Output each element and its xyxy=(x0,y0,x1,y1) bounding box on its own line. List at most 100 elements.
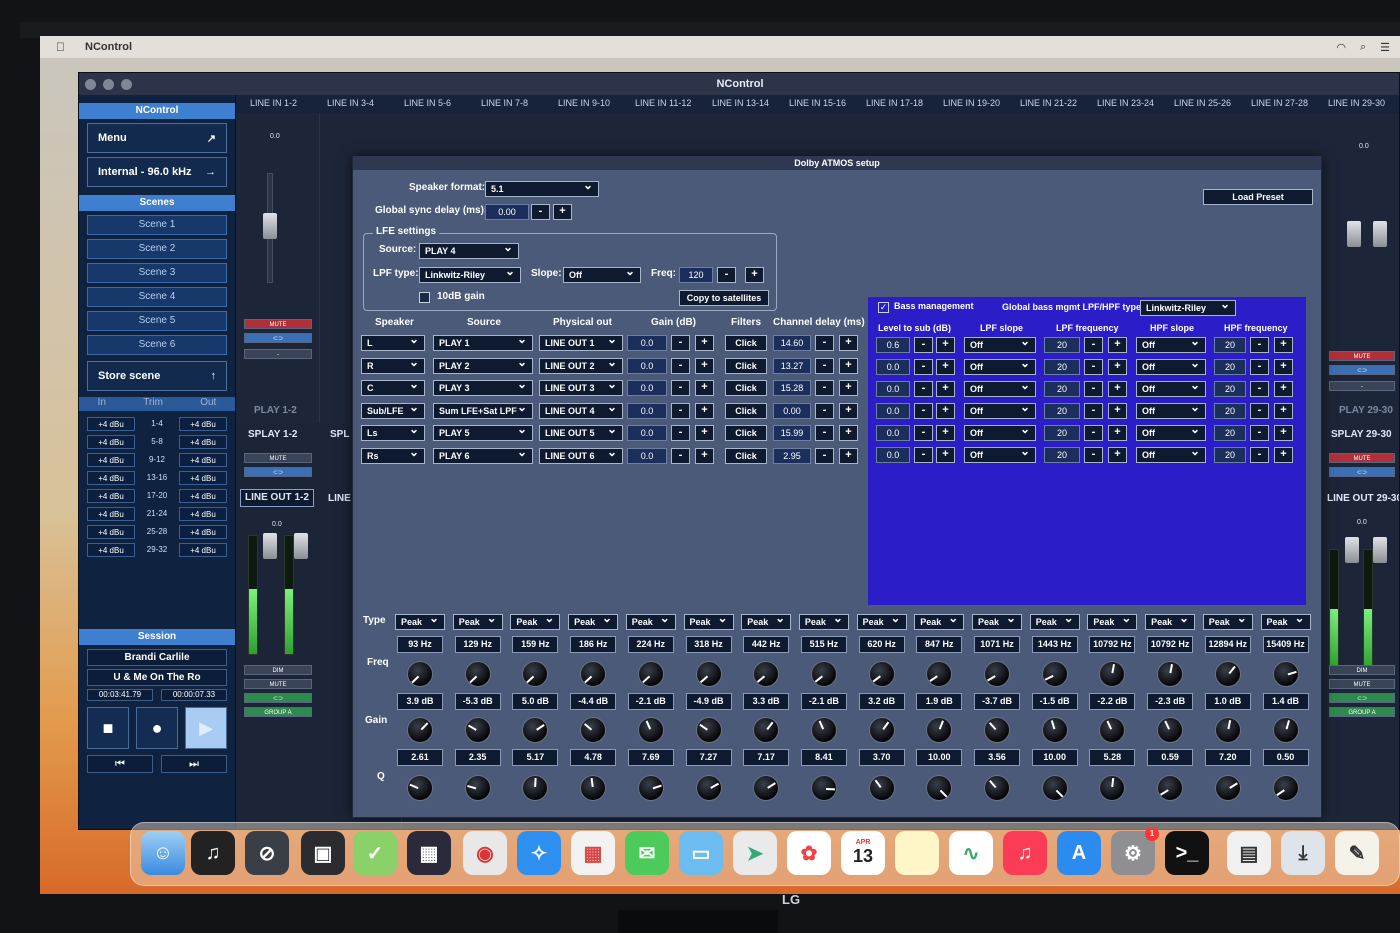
eq-q-value[interactable]: 3.56 xyxy=(974,749,1020,766)
physical-out-select[interactable]: LINE OUT 2 xyxy=(539,357,623,374)
eq-gain-knob[interactable] xyxy=(580,717,607,743)
gain-plus[interactable]: + xyxy=(695,380,714,396)
level-plus[interactable]: + xyxy=(936,403,955,419)
eq-frequency-value[interactable]: 93 Hz xyxy=(397,636,443,653)
output-level[interactable]: +4 dBu xyxy=(179,453,227,467)
lpf-minus[interactable]: - xyxy=(1084,337,1103,353)
output-level[interactable]: +4 dBu xyxy=(179,435,227,449)
eq-q-value[interactable]: 0.59 xyxy=(1147,749,1194,766)
link-button-right2[interactable]: ⊂⊃ xyxy=(1329,467,1395,477)
link-button-right3[interactable]: ⊂⊃ xyxy=(1329,693,1395,703)
delay-minus[interactable]: - xyxy=(815,425,834,441)
eq-frequency-knob[interactable] xyxy=(868,661,895,687)
ncontrol-app-icon[interactable]: ⊘ xyxy=(245,831,289,875)
gain-plus[interactable]: + xyxy=(695,402,714,419)
sync-delay-input[interactable]: 0.00 xyxy=(485,204,529,220)
eq-type-select[interactable]: Peak xyxy=(568,614,619,630)
checkmark-app-icon[interactable]: ✓ xyxy=(353,831,397,875)
eq-frequency-value[interactable]: 10792 Hz xyxy=(1089,636,1136,653)
input-level[interactable]: +4 dBu xyxy=(87,417,135,431)
level-minus[interactable]: - xyxy=(914,425,933,441)
eq-q-value[interactable]: 2.61 xyxy=(397,749,443,766)
load-preset-button[interactable]: Load Preset xyxy=(1203,189,1313,205)
eq-frequency-value[interactable]: 224 Hz xyxy=(627,636,674,653)
notes-icon[interactable] xyxy=(895,831,939,875)
eq-gain-knob[interactable] xyxy=(810,717,837,743)
eq-gain-knob[interactable] xyxy=(522,717,549,743)
eq-gain-knob[interactable] xyxy=(1099,717,1126,743)
lpf-frequency-input[interactable]: 20 xyxy=(1044,403,1080,419)
eq-type-select[interactable]: Peak xyxy=(1029,614,1080,630)
eq-gain-value[interactable]: -2.1 dB xyxy=(627,693,674,710)
lfe-freq-plus[interactable]: + xyxy=(745,267,764,283)
level-to-sub-input[interactable]: 0.0 xyxy=(876,447,910,463)
level-minus[interactable]: - xyxy=(914,447,933,463)
eq-q-knob[interactable] xyxy=(984,775,1010,801)
level-plus[interactable]: + xyxy=(936,337,955,353)
preview-icon[interactable]: ▤ xyxy=(1227,831,1271,875)
delay-minus[interactable]: - xyxy=(815,402,834,419)
output-level[interactable]: +4 dBu xyxy=(179,417,227,431)
delay-plus[interactable]: + xyxy=(839,335,858,351)
physical-out-select[interactable]: LINE OUT 4 xyxy=(539,402,623,419)
level-to-sub-input[interactable]: 0.6 xyxy=(876,337,910,353)
eq-q-value[interactable]: 7.17 xyxy=(743,749,790,766)
eq-gain-value[interactable]: -2.3 dB xyxy=(1147,693,1194,710)
eq-gain-value[interactable]: -2.1 dB xyxy=(800,693,847,710)
control-center-icon[interactable]: ☰ xyxy=(1380,41,1390,54)
level-plus[interactable]: + xyxy=(936,359,955,375)
tab-line-in[interactable]: LINE IN 13-14 xyxy=(712,98,769,108)
level-to-sub-input[interactable]: 0.0 xyxy=(876,381,910,397)
eq-q-knob[interactable] xyxy=(695,775,722,801)
tab-line-in[interactable]: LINE IN 17-18 xyxy=(866,98,923,108)
gain-input[interactable]: 0.0 xyxy=(627,380,667,396)
eq-type-select[interactable]: Peak xyxy=(914,614,965,630)
lpf-slope-select[interactable]: Off xyxy=(964,381,1036,397)
freeform-icon[interactable]: ∿ xyxy=(949,831,993,875)
eq-gain-knob[interactable] xyxy=(1157,717,1184,743)
eq-gain-knob[interactable] xyxy=(637,717,664,743)
eq-q-knob[interactable] xyxy=(522,775,549,801)
eq-q-knob[interactable] xyxy=(926,775,953,801)
source-select[interactable]: PLAY 5 xyxy=(433,425,533,441)
hpf-slope-select[interactable]: Off xyxy=(1136,381,1206,397)
hpf-frequency-input[interactable]: 20 xyxy=(1214,337,1246,353)
eq-q-value[interactable]: 8.41 xyxy=(800,749,847,766)
fader-handle-right[interactable] xyxy=(1347,221,1361,247)
zoom-window-button[interactable] xyxy=(121,79,132,90)
gain-minus[interactable]: - xyxy=(671,425,690,441)
speaker-format-select[interactable]: 5.1 xyxy=(485,181,599,197)
eq-q-value[interactable]: 7.20 xyxy=(1204,749,1251,766)
delay-minus[interactable]: - xyxy=(815,357,834,374)
eq-q-knob[interactable] xyxy=(1214,775,1241,801)
hpf-slope-select[interactable]: Off xyxy=(1136,425,1206,441)
source-select[interactable]: PLAY 6 xyxy=(433,447,533,464)
input-level[interactable]: +4 dBu xyxy=(87,453,135,467)
eq-gain-value[interactable]: 3.2 dB xyxy=(858,693,905,710)
eq-type-select[interactable]: Peak xyxy=(798,614,849,630)
hpf-slope-select[interactable]: Off xyxy=(1136,447,1206,463)
lpf-minus[interactable]: - xyxy=(1084,447,1103,463)
eq-q-value[interactable]: 5.28 xyxy=(1089,749,1136,766)
filters-click-button[interactable]: Click xyxy=(725,380,767,396)
level-minus[interactable]: - xyxy=(914,403,933,419)
channel-delay-input[interactable]: 15.28 xyxy=(773,380,811,396)
eq-type-select[interactable]: Peak xyxy=(1260,614,1311,630)
eq-q-knob[interactable] xyxy=(868,775,895,801)
out-fader-handle[interactable] xyxy=(294,533,308,559)
gain-plus[interactable]: + xyxy=(695,425,714,441)
output-level[interactable]: +4 dBu xyxy=(179,489,227,503)
downloads-icon[interactable]: ⤓ xyxy=(1281,831,1325,875)
chrome-icon[interactable]: ◉ xyxy=(463,831,507,875)
calendar-icon[interactable]: APR 13 xyxy=(841,831,885,875)
scene-button[interactable]: Scene 1 xyxy=(87,215,227,235)
output-level[interactable]: +4 dBu xyxy=(179,471,227,485)
facetime-icon[interactable]: ▭ xyxy=(679,831,723,875)
lineout-tab[interactable]: LINE OUT 1-2 xyxy=(240,489,314,507)
link-button[interactable]: ⊂⊃ xyxy=(244,333,312,343)
gain-input[interactable]: 0.0 xyxy=(627,357,667,374)
hpf-minus[interactable]: - xyxy=(1250,359,1269,375)
finder-icon[interactable]: ☺ xyxy=(141,831,185,875)
source-select[interactable]: PLAY 3 xyxy=(433,380,533,396)
eq-frequency-knob[interactable] xyxy=(522,661,549,687)
